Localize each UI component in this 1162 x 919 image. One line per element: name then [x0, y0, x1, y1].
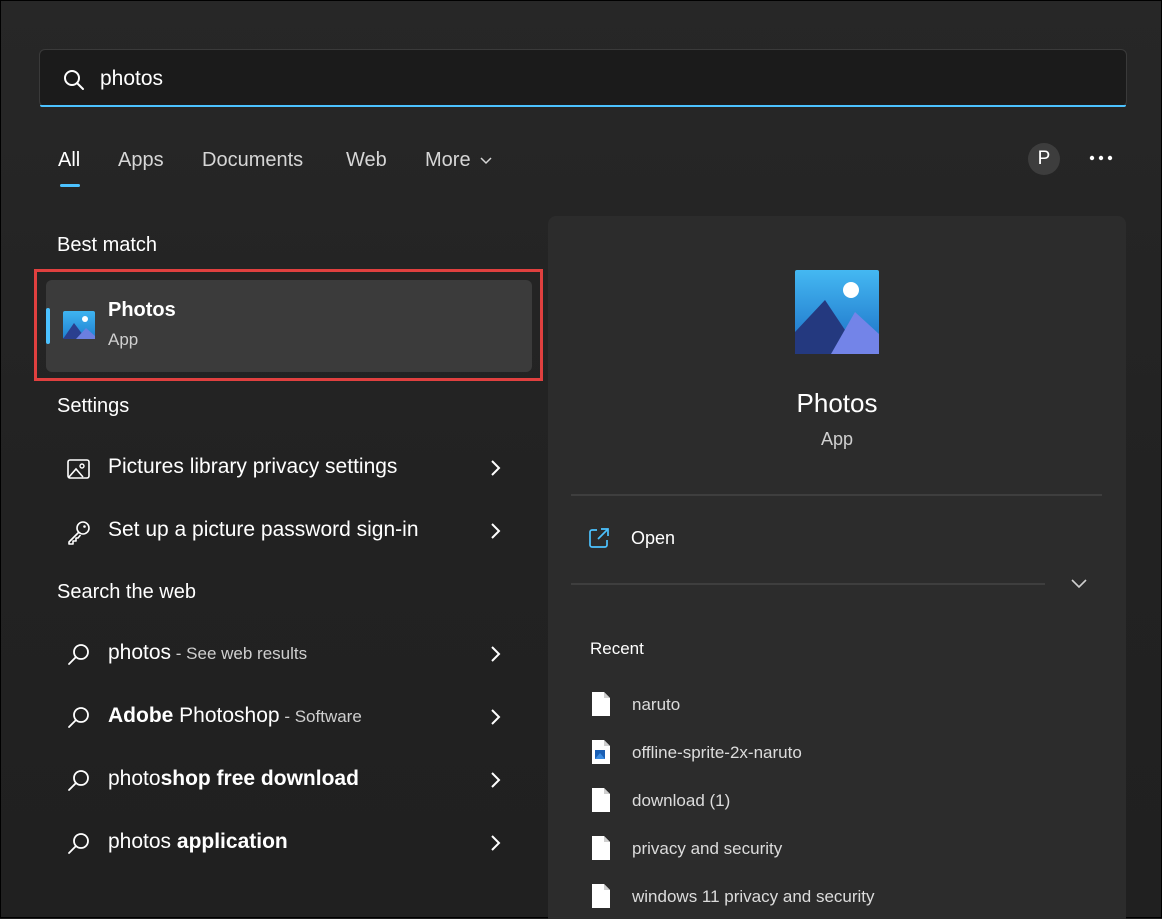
search-icon	[68, 707, 89, 728]
preview-subtitle: App	[820, 429, 854, 449]
tab-web[interactable]: Web	[346, 149, 387, 172]
recent-file[interactable]: privacy and security	[590, 834, 1090, 864]
web-result-query: photos	[108, 641, 172, 664]
picture-icon	[67, 459, 90, 479]
file-icon	[592, 788, 610, 812]
web-result-label: photoshop free download	[108, 767, 359, 791]
preview-panel: Photos App Open Recent naruto offline-sp…	[548, 216, 1126, 919]
tab-all[interactable]: All	[58, 149, 80, 172]
recent-file[interactable]: naruto	[590, 690, 1090, 720]
settings-item-pictures-privacy[interactable]: Pictures library privacy settings	[46, 442, 532, 494]
open-external-icon	[589, 528, 609, 548]
settings-item-picture-password[interactable]: Set up a picture password sign-in	[46, 505, 532, 557]
chevron-right-icon	[491, 523, 501, 539]
image-file-icon	[592, 740, 610, 764]
recent-file[interactable]: offline-sprite-2x-naruto	[590, 738, 1090, 768]
recent-file-name: windows 11 privacy and security	[632, 887, 875, 906]
recent-heading: Recent	[590, 639, 644, 658]
search-input[interactable]	[100, 62, 1000, 96]
settings-heading: Settings	[57, 395, 130, 417]
recent-file-name: offline-sprite-2x-naruto	[632, 743, 802, 762]
chevron-down-icon	[480, 157, 492, 164]
best-match-subtitle: App	[108, 330, 139, 349]
web-result-query: photos	[108, 830, 177, 853]
file-icon	[592, 692, 610, 716]
chevron-right-icon	[491, 709, 501, 725]
selection-accent	[46, 308, 50, 344]
search-web-heading: Search the web	[57, 581, 196, 603]
recent-file[interactable]: download (1)	[590, 786, 1090, 816]
recent-file[interactable]: windows 11 privacy and security	[590, 882, 1090, 912]
web-result-label: photos application	[108, 830, 288, 854]
photos-app-icon	[795, 270, 879, 354]
preview-title: Photos	[796, 388, 878, 418]
web-result-suffix: - Software	[279, 707, 362, 726]
chevron-right-icon	[491, 646, 501, 662]
web-result-bold: Adobe	[108, 704, 174, 727]
recent-file-name: naruto	[632, 695, 681, 714]
tab-more[interactable]: More	[425, 149, 492, 172]
tab-apps[interactable]: Apps	[118, 149, 164, 172]
search-box[interactable]	[39, 49, 1127, 107]
search-icon	[64, 70, 84, 90]
web-result-photos[interactable]: photos - See web results	[46, 628, 532, 680]
search-icon	[68, 833, 89, 854]
tab-active-indicator	[60, 184, 80, 187]
account-avatar[interactable]: P	[1028, 143, 1060, 175]
more-options-icon[interactable]	[1088, 151, 1114, 165]
search-focus-underline	[40, 105, 1126, 107]
file-icon	[592, 884, 610, 908]
chevron-right-icon	[491, 835, 501, 851]
web-result-photoshop-free-download[interactable]: photoshop free download	[46, 754, 532, 806]
web-result-bold: shop free download	[160, 767, 359, 790]
chevron-right-icon	[491, 460, 501, 476]
best-match-heading: Best match	[57, 234, 158, 256]
web-result-label: Adobe Photoshop - Software	[108, 704, 362, 728]
web-result-bold: application	[176, 830, 288, 853]
photos-app-icon	[63, 311, 95, 339]
recent-file-name: privacy and security	[632, 839, 783, 858]
tab-more-label: More	[425, 149, 471, 171]
web-result-label: photos - See web results	[108, 641, 307, 665]
search-icon	[68, 644, 89, 665]
divider	[571, 583, 1045, 585]
open-label: Open	[631, 528, 676, 548]
chevron-down-icon[interactable]	[1070, 578, 1088, 590]
settings-item-label: Set up a picture password sign-in	[108, 518, 419, 541]
key-icon	[68, 521, 90, 545]
settings-item-label: Pictures library privacy settings	[108, 455, 398, 478]
web-result-query: Photoshop	[173, 704, 280, 727]
open-action[interactable]: Open	[588, 524, 788, 556]
file-icon	[592, 836, 610, 860]
web-result-photos-application[interactable]: photos application	[46, 817, 532, 869]
web-result-suffix: - See web results	[171, 644, 308, 663]
chevron-right-icon	[491, 772, 501, 788]
divider	[571, 494, 1102, 496]
web-result-adobe-photoshop[interactable]: Adobe Photoshop - Software	[46, 691, 532, 743]
best-match-title: Photos	[108, 299, 176, 321]
best-match-item[interactable]: Photos App	[46, 280, 532, 372]
search-icon	[68, 770, 89, 791]
recent-file-name: download (1)	[632, 791, 731, 810]
web-result-query: photo	[108, 767, 161, 790]
start-search-window: All Apps Documents Web More P Best match	[0, 0, 1162, 919]
tab-documents[interactable]: Documents	[202, 149, 303, 172]
